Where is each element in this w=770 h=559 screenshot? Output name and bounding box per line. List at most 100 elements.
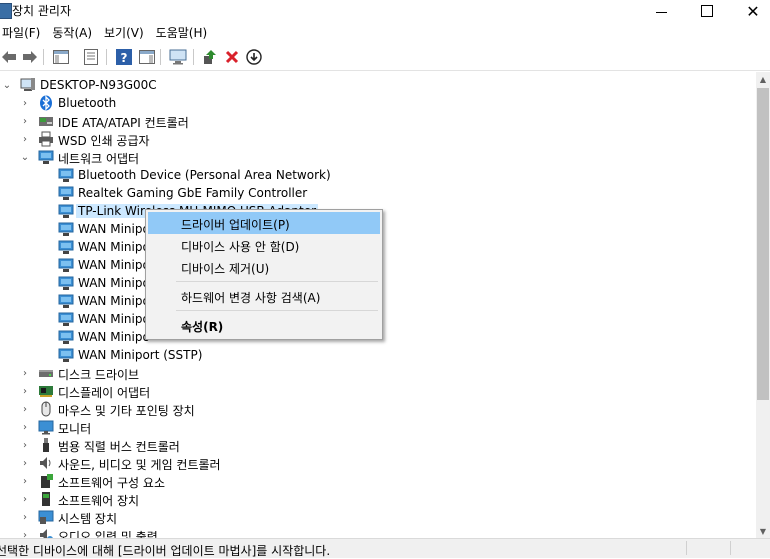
tree-node-network-adapters[interactable]: ⌄ 네트워크 어댑터 (0, 148, 300, 166)
menu-disable-device[interactable]: 디바이스 사용 안 함(D) (148, 234, 380, 256)
help-button[interactable]: ? (115, 48, 133, 66)
disk-drive-icon (39, 370, 53, 377)
chevron-right-icon[interactable]: › (20, 400, 30, 418)
chevron-down-icon[interactable]: ⌄ (2, 76, 12, 94)
toolbar-separator (43, 49, 44, 65)
uninstall-x-icon (225, 50, 239, 64)
scrollbar-thumb[interactable] (757, 88, 769, 400)
tree-node-mice[interactable]: › 마우스 및 기타 포인팅 장치 (0, 400, 300, 418)
tree-node-label: IDE ATA/ATAPI 컨트롤러 (58, 116, 189, 130)
scroll-down-arrow-icon[interactable]: ▼ (756, 524, 770, 538)
forward-button[interactable] (21, 48, 39, 66)
disable-device-button[interactable] (245, 48, 263, 66)
chevron-right-icon[interactable]: › (20, 112, 30, 130)
chevron-right-icon[interactable]: › (20, 382, 30, 400)
status-text: 선택한 디바이스에 대해 [드라이버 업데이트 마법사]를 시작합니다. (0, 544, 331, 558)
uninstall-device-button[interactable] (223, 48, 241, 66)
back-button[interactable] (0, 48, 18, 66)
toolbar-separator (106, 49, 107, 65)
menu-separator (176, 281, 378, 282)
network-device-item[interactable]: Bluetooth Device (Personal Area Network) (0, 166, 331, 184)
minimize-icon (655, 11, 667, 13)
chevron-right-icon[interactable]: › (20, 508, 30, 526)
chevron-right-icon[interactable]: › (20, 94, 30, 112)
network-device-item[interactable]: WAN Miniport (SSTP) (0, 346, 320, 364)
status-panel-divider (730, 541, 731, 555)
chevron-right-icon[interactable]: › (20, 418, 30, 436)
tree-node-label: WSD 인쇄 공급자 (58, 134, 150, 148)
ide-controller-icon (39, 117, 53, 126)
network-adapter-icon (58, 204, 74, 218)
menu-properties[interactable]: 속성(R) (148, 314, 380, 336)
network-device-item[interactable]: Realtek Gaming GbE Family Controller (0, 184, 320, 202)
show-hide-console-tree-button[interactable] (52, 48, 70, 66)
network-adapter-icon (58, 348, 74, 362)
chevron-right-icon[interactable]: › (20, 454, 30, 472)
tree-node-ide-controllers[interactable]: › IDE ATA/ATAPI 컨트롤러 (0, 112, 300, 131)
menu-uninstall-device[interactable]: 디바이스 제거(U) (148, 256, 380, 278)
close-button[interactable]: ✕ (730, 0, 770, 22)
tree-node-bluetooth[interactable]: › Bluetooth (0, 94, 300, 112)
help-icon: ? (116, 49, 132, 65)
scan-hardware-changes-button[interactable] (169, 48, 187, 66)
monitor-scan-icon (169, 49, 187, 65)
back-arrow-icon (2, 51, 16, 63)
tree-node-label: 소프트웨어 장치 (58, 494, 140, 508)
tree-node-software-components[interactable]: › 소프트웨어 구성 요소 (0, 472, 300, 490)
tree-node-label: 마우스 및 기타 포인팅 장치 (58, 404, 195, 418)
tree-node-label: 네트워크 어댑터 (58, 152, 140, 166)
network-adapter-icon (58, 240, 74, 254)
tree-node-sound-video-game[interactable]: › 사운드, 비디오 및 게임 컨트롤러 (0, 454, 300, 472)
update-driver-button[interactable] (201, 48, 219, 66)
display-adapter-icon (39, 386, 53, 397)
chevron-down-icon[interactable]: ⌄ (20, 148, 30, 166)
chevron-right-icon[interactable]: › (20, 490, 30, 508)
properties-list-button[interactable] (82, 48, 100, 66)
tree-node-label: 디스크 드라이브 (58, 368, 140, 382)
status-panel-divider (686, 541, 687, 555)
menu-help[interactable]: 도움말(H) (150, 22, 214, 42)
toolbar-separator (193, 49, 194, 65)
window-title: 장치 관리자 (12, 4, 72, 18)
tree-node-audio-io[interactable]: › 오디오 입력 및 출력 (0, 526, 300, 538)
tree-node-software-devices[interactable]: › 소프트웨어 장치 (0, 490, 300, 508)
action-pane-button[interactable] (138, 48, 156, 66)
chevron-right-icon[interactable]: › (20, 364, 30, 382)
network-adapter-icon (58, 330, 74, 344)
mouse-icon (41, 401, 51, 417)
tree-node-display-adapters[interactable]: › 디스플레이 어댑터 (0, 382, 300, 401)
scroll-up-arrow-icon[interactable]: ▲ (756, 72, 770, 86)
status-bar: 선택한 디바이스에 대해 [드라이버 업데이트 마법사]를 시작합니다. (0, 538, 770, 558)
maximize-icon (701, 5, 713, 17)
chevron-right-icon[interactable]: › (20, 130, 30, 148)
menu-scan-hardware-changes[interactable]: 하드웨어 변경 사항 검색(A) (148, 285, 380, 307)
device-label: WAN Minipo (78, 258, 150, 272)
minimize-button[interactable] (638, 0, 684, 22)
maximize-button[interactable] (684, 0, 730, 22)
tree-node-wsd-print[interactable]: › WSD 인쇄 공급자 (0, 130, 300, 148)
network-adapter-icon (58, 276, 74, 290)
device-label: WAN Minipo (78, 240, 150, 254)
network-adapter-icon (38, 150, 54, 164)
menu-update-driver[interactable]: 드라이버 업데이트(P) (148, 212, 380, 234)
tree-node-usb-controllers[interactable]: › 범용 직렬 버스 컨트롤러 (0, 436, 300, 454)
chevron-right-icon[interactable]: › (20, 472, 30, 490)
network-adapter-icon (58, 168, 74, 182)
menu-item-label: 하드웨어 변경 사항 검색(A) (181, 291, 321, 305)
menu-view[interactable]: 보기(V) (98, 22, 150, 42)
tree-root[interactable]: ⌄ DESKTOP-N93G00C (0, 76, 300, 94)
chevron-right-icon[interactable]: › (20, 526, 30, 539)
tree-node-label: 시스템 장치 (58, 512, 118, 526)
menu-separator (176, 310, 378, 311)
menu-action[interactable]: 동작(A) (46, 22, 98, 42)
vertical-scrollbar[interactable]: ▲ ▼ (756, 72, 770, 538)
tree-node-system-devices[interactable]: › 시스템 장치 (0, 508, 300, 526)
menu-bar: 파일(F) 동작(A) 보기(V) 도움말(H) (0, 22, 770, 42)
speaker-icon (40, 457, 51, 469)
menu-file[interactable]: 파일(F) (0, 22, 46, 42)
install-driver-icon (204, 50, 216, 64)
tree-node-monitors[interactable]: › 모니터 (0, 418, 300, 436)
bluetooth-icon (40, 95, 52, 111)
chevron-right-icon[interactable]: › (20, 436, 30, 454)
tree-node-disk-drives[interactable]: › 디스크 드라이브 (0, 364, 300, 383)
